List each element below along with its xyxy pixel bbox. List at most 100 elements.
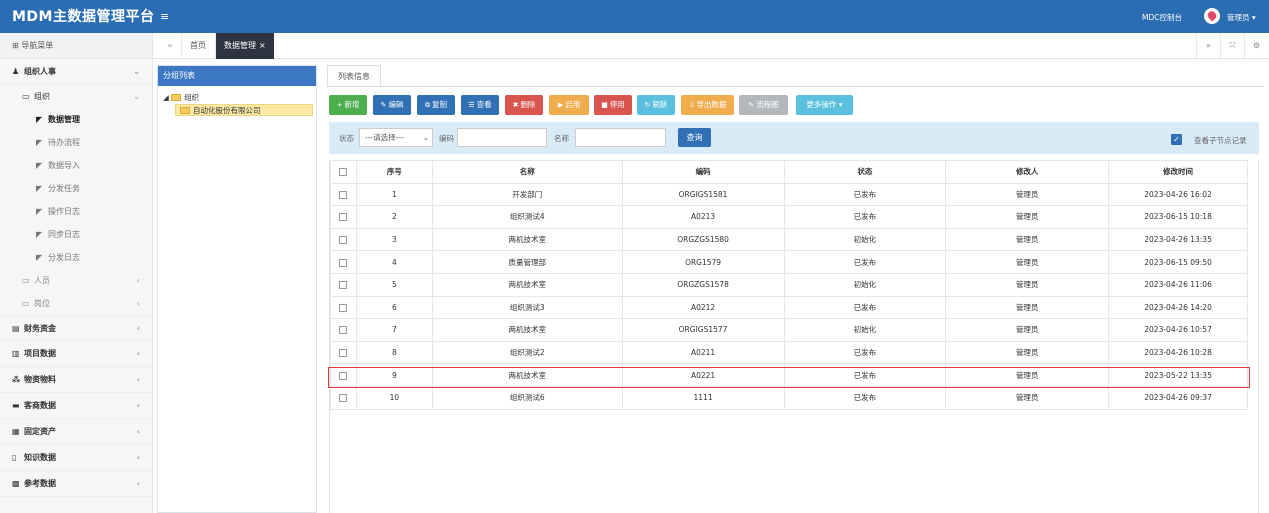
chevron-left-icon: ‹ [136, 349, 140, 358]
column-header[interactable]: 修改时间 [1108, 160, 1248, 184]
sidebar-item-todo-flow[interactable]: ◤ 待办流程 [0, 131, 152, 154]
tab-data-manage[interactable]: 数据管理 × [215, 33, 274, 59]
export-button[interactable]: ⇩ 导出数据 [681, 95, 734, 115]
tree-node-company[interactable]: 自动化股份有限公司 [175, 104, 313, 116]
row-checkbox[interactable] [339, 213, 348, 222]
row-select-cell[interactable] [330, 385, 357, 410]
sidebar-group-label: 参考数据 [24, 479, 56, 488]
sidebar-group-fixed-assets[interactable]: ▦ 固定资产 ‹ [0, 419, 152, 445]
name-label: 名称 [554, 134, 569, 143]
edit-button[interactable]: ✎ 编辑 [373, 95, 411, 115]
sidebar-item-sync-log[interactable]: ◤ 同步日志 [0, 223, 152, 246]
fullscreen-icon[interactable]: ⤧ [1220, 33, 1244, 59]
copy-button[interactable]: ⧉ 复制 [417, 95, 455, 115]
folder-icon: ▭ [22, 276, 30, 285]
sidebar-item-operation-log[interactable]: ◤ 操作日志 [0, 200, 152, 223]
tab-list-info[interactable]: 列表信息 [327, 65, 381, 87]
name-input[interactable] [575, 128, 666, 147]
view-button[interactable]: ☰ 查看 [461, 95, 499, 115]
avatar[interactable] [1204, 8, 1220, 24]
table-row[interactable]: 7 两机技术室 ORGIGS1577 初始化 管理员 2023-04-26 10:57 [330, 318, 1248, 342]
sidebar-group-knowledge[interactable]: ▯ 知识数据 ‹ [0, 445, 152, 471]
disable-button[interactable]: ■ 停用 [594, 95, 632, 115]
row-select-cell[interactable] [330, 318, 357, 342]
menu-toggle-icon[interactable]: ≡ [160, 10, 169, 23]
sidebar-group-merchant[interactable]: ▬ 客商数据 ‹ [0, 393, 152, 419]
table-row[interactable]: 5 两机技术室 ORGZGS1578 初始化 管理员 2023-04-26 11:06 [330, 272, 1248, 297]
tab-scroll-left-icon[interactable]: « [161, 33, 179, 59]
table-row[interactable]: 10 组织测试6 1111 已发布 管理员 2023-04-26 09:37 [330, 385, 1248, 410]
table-row[interactable]: 1 开发部门 ORGIGS1581 已发布 管理员 2023-04-26 16:02 [330, 182, 1248, 207]
table-row[interactable]: 2 组织测试4 A0213 已发布 管理员 2023-06-15 10:18 [330, 205, 1248, 229]
user-menu[interactable]: 管理员 ▾ [1227, 12, 1256, 23]
code-input[interactable] [457, 128, 547, 147]
sidebar-group-reference[interactable]: ▩ 参考数据 ‹ [0, 471, 152, 497]
play-icon: ▶ [557, 101, 564, 109]
tree-node-root[interactable]: ◢ 组织 [158, 92, 316, 104]
row-checkbox[interactable] [339, 326, 348, 335]
refresh-button[interactable]: ↻ 刷新 [637, 95, 675, 115]
flowchart-button[interactable]: ✎ 流程图 [739, 95, 788, 115]
close-icon[interactable]: × [259, 41, 266, 50]
gear-icon[interactable]: ⚙ [1244, 33, 1268, 59]
column-header[interactable]: 名称 [431, 160, 623, 184]
sidebar-group-org-hr[interactable]: ♟ 组织人事 ⌄ [0, 59, 152, 85]
server-icon: ▦ [12, 427, 20, 436]
row-checkbox[interactable] [339, 349, 348, 358]
row-checkbox[interactable] [339, 236, 348, 245]
row-select-cell[interactable] [330, 272, 357, 297]
sidebar-item-dispatch-log[interactable]: ◤ 分发日志 [0, 246, 152, 269]
tab-scroll-right-icon[interactable]: » [1196, 33, 1220, 59]
table-cell: 2023-04-26 14:20 [1108, 295, 1248, 320]
sidebar-item-data-import[interactable]: ◤ 数据导入 [0, 154, 152, 177]
tab-home[interactable]: 首页 [181, 33, 214, 59]
more-actions-button[interactable]: 更多操作 ▾ [796, 95, 853, 115]
sidebar-item-label: 组织 [34, 92, 50, 101]
column-header[interactable]: 编码 [621, 160, 785, 184]
row-select-cell[interactable] [330, 250, 357, 274]
column-header[interactable]: 修改人 [945, 160, 1110, 184]
table-row[interactable]: 4 质量管理部 ORG1579 已发布 管理员 2023-06-15 09:50 [330, 250, 1248, 274]
chevron-left-icon: ‹ [136, 276, 140, 285]
button-label: 停用 [609, 100, 625, 109]
column-header[interactable]: 状态 [783, 160, 947, 184]
sidebar-group-project[interactable]: ▥ 项目数据 ‹ [0, 341, 152, 367]
sidebar-group-label: 知识数据 [24, 453, 56, 462]
select-all-cell[interactable] [330, 160, 357, 184]
sidebar-item-person[interactable]: ▭ 人员 ‹ [0, 269, 152, 292]
sidebar-group-material[interactable]: ⁂ 物资物料 ‹ [0, 367, 152, 393]
table-row[interactable]: 6 组织测试3 A0212 已发布 管理员 2023-04-26 14:20 [330, 295, 1248, 320]
sidebar-item-org[interactable]: ▭ 组织 ⌄ [0, 85, 152, 108]
sidebar-group-finance[interactable]: ▤ 财务资金 ‹ [0, 315, 152, 341]
sidebar-item-position[interactable]: ▭ 岗位 ‹ [0, 292, 152, 315]
table-cell: 2023-04-26 11:06 [1108, 272, 1248, 297]
chevron-down-icon: ⌄ [133, 92, 140, 101]
row-checkbox[interactable] [339, 281, 348, 290]
status-select-value: ---请选择--- [365, 133, 404, 142]
row-checkbox[interactable] [339, 394, 348, 403]
add-button[interactable]: + 新增 [329, 95, 367, 115]
row-select-cell[interactable] [330, 182, 357, 207]
delete-button[interactable]: ✖ 删除 [505, 95, 543, 115]
row-checkbox[interactable] [339, 303, 348, 312]
mdc-console-link[interactable]: MDC控制台 [1142, 12, 1182, 23]
table-row[interactable]: 3 两机技术室 ORGZGS1580 初始化 管理员 2023-04-26 13:35 [330, 227, 1248, 252]
show-child-checkbox[interactable]: ✓ [1171, 134, 1182, 145]
status-select[interactable]: ---请选择--- ⌄ [359, 128, 433, 147]
select-all-checkbox[interactable] [339, 168, 348, 177]
table-row[interactable]: 8 组织测试2 A0211 已发布 管理员 2023-04-26 10:28 [330, 340, 1248, 365]
sidebar-item-dispatch-task[interactable]: ◤ 分发任务 [0, 177, 152, 200]
query-button[interactable]: 查询 [678, 128, 711, 147]
collapse-icon[interactable]: ◢ [163, 93, 171, 102]
row-select-cell[interactable] [330, 227, 357, 252]
row-select-cell[interactable] [330, 205, 357, 229]
row-checkbox[interactable] [339, 190, 348, 199]
row-select-cell[interactable] [330, 295, 357, 320]
enable-button[interactable]: ▶ 启用 [549, 95, 589, 115]
row-select-cell[interactable] [330, 340, 357, 365]
plus-icon: + [336, 101, 343, 109]
row-checkbox[interactable] [339, 258, 348, 267]
column-header[interactable]: 序号 [355, 160, 433, 184]
sidebar-item-data-manage[interactable]: ◤ 数据管理 [0, 108, 152, 131]
edit-icon: ✎ [380, 101, 387, 109]
